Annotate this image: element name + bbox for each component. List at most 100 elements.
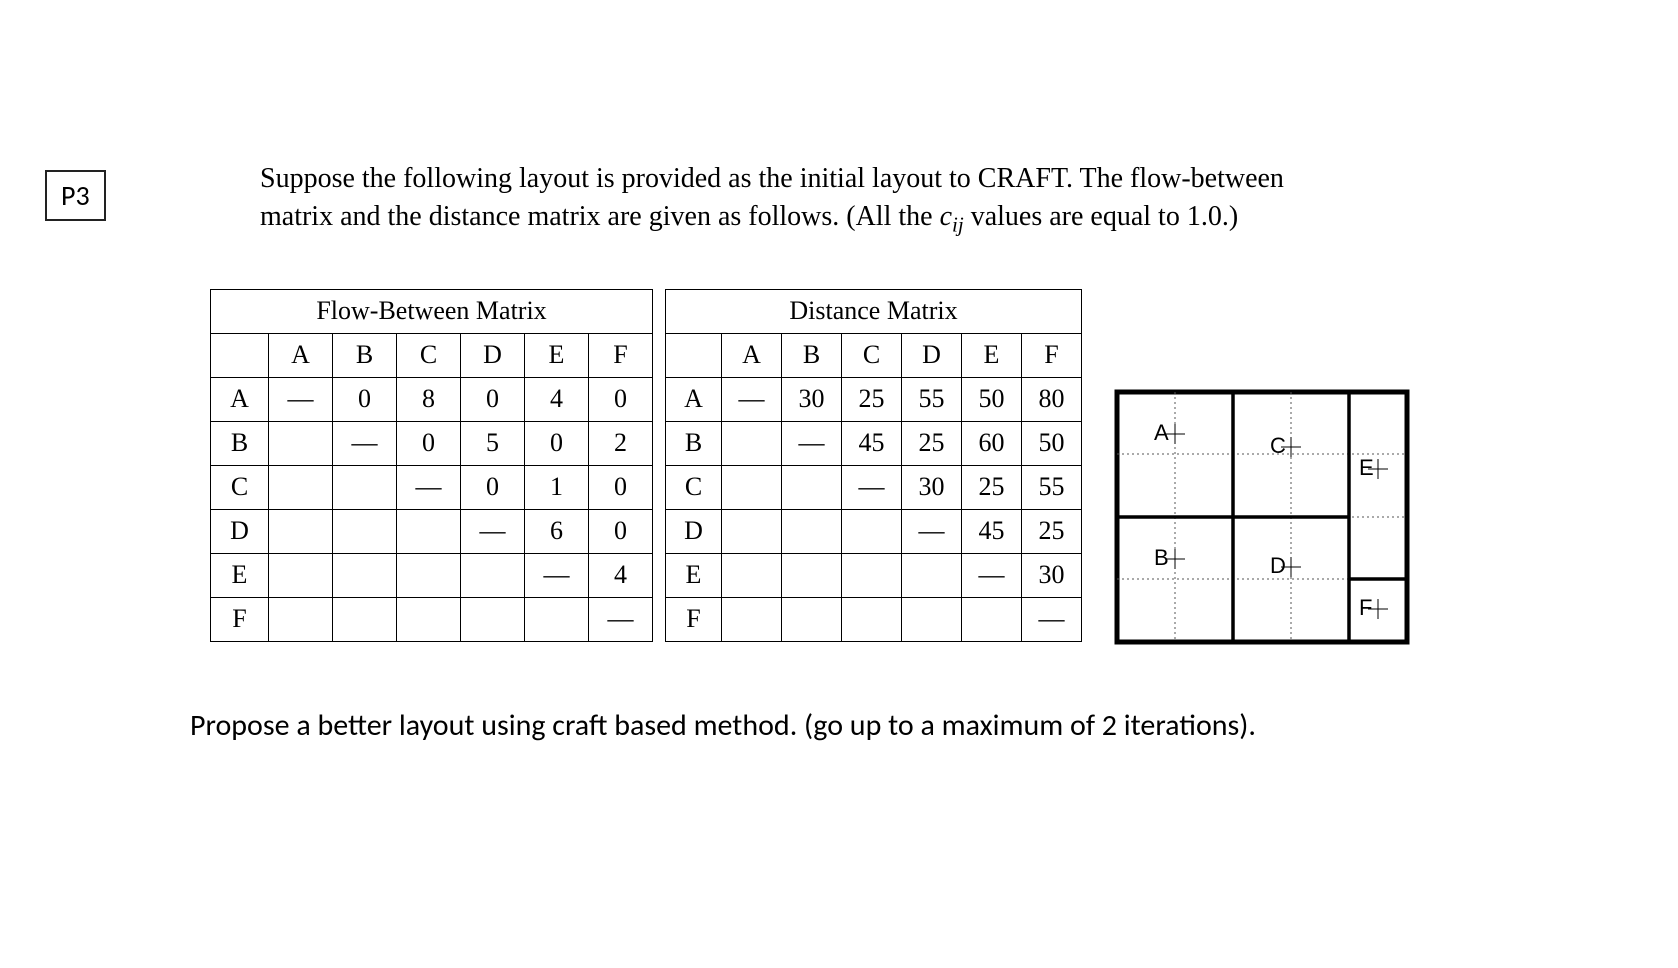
flow-rowhead-C: C: [211, 465, 269, 509]
flow-title: Flow-Between Matrix: [211, 289, 653, 333]
flow-cell: 0: [589, 509, 653, 553]
tables-row: Flow-Between Matrix A B C D E F A—08040 …: [210, 289, 1618, 652]
layout-label-B: B: [1154, 545, 1169, 570]
dist-cell: —: [842, 465, 902, 509]
flow-cell: —: [333, 421, 397, 465]
flow-cell: 0: [589, 465, 653, 509]
flow-col-C: C: [397, 333, 461, 377]
layout-label-E: E: [1359, 455, 1374, 480]
flow-col-D: D: [461, 333, 525, 377]
flow-cell: [397, 597, 461, 641]
dist-cell: [962, 597, 1022, 641]
flow-cell: 4: [525, 377, 589, 421]
dist-rowhead-E: E: [666, 553, 722, 597]
dist-cell: 45: [962, 509, 1022, 553]
flow-cell: 0: [333, 377, 397, 421]
dist-cell: 50: [1022, 421, 1082, 465]
flow-cell: [333, 553, 397, 597]
instruction-text: Propose a better layout using craft base…: [190, 707, 1618, 744]
problem-statement: Suppose the following layout is provided…: [260, 160, 1318, 239]
dist-cell: 50: [962, 377, 1022, 421]
dist-rowhead-B: B: [666, 421, 722, 465]
problem-page: P3 Suppose the following layout is provi…: [0, 0, 1678, 804]
dist-cell: —: [1022, 597, 1082, 641]
dist-row-D: D —4525: [666, 509, 1082, 553]
dist-row-B: B—45256050: [666, 421, 1082, 465]
dist-col-C: C: [842, 333, 902, 377]
dist-cell: —: [902, 509, 962, 553]
dist-rowhead-D: D: [666, 509, 722, 553]
flow-row-F: F—: [211, 597, 653, 641]
flow-col-B: B: [333, 333, 397, 377]
dist-cell: [782, 597, 842, 641]
flow-row-A: A—08040: [211, 377, 653, 421]
flow-col-A: A: [269, 333, 333, 377]
flow-cell: [269, 553, 333, 597]
dist-cell: [722, 553, 782, 597]
flow-header-row: A B C D E F: [211, 333, 653, 377]
flow-cell: 0: [525, 421, 589, 465]
dist-cell: 60: [962, 421, 1022, 465]
flow-cell: [397, 553, 461, 597]
flow-col-E: E: [525, 333, 589, 377]
dist-cell: 55: [902, 377, 962, 421]
flow-row-E: E —4: [211, 553, 653, 597]
cij-var: c: [940, 201, 952, 232]
dist-cell: [722, 597, 782, 641]
dist-cell: 25: [1022, 509, 1082, 553]
dist-cell: [902, 597, 962, 641]
flow-cell: [461, 597, 525, 641]
dist-col-E: E: [962, 333, 1022, 377]
dist-cell: 80: [1022, 377, 1082, 421]
layout-svg: A B C D E F: [1112, 387, 1412, 647]
dist-cell: [842, 597, 902, 641]
flow-cell: 6: [525, 509, 589, 553]
flow-cell: [269, 421, 333, 465]
problem-number: P3: [61, 178, 90, 213]
flow-row-C: C—010: [211, 465, 653, 509]
flow-rowhead-D: D: [211, 509, 269, 553]
flow-corner: [211, 333, 269, 377]
flow-cell: [525, 597, 589, 641]
problem-line-2b: values are equal to 1.0.): [964, 201, 1238, 232]
dist-row-A: A—3025555080: [666, 377, 1082, 421]
dist-rowhead-A: A: [666, 377, 722, 421]
flow-cell: 0: [397, 421, 461, 465]
dist-row-E: E—30: [666, 553, 1082, 597]
flow-cell: [397, 509, 461, 553]
dist-cell: [722, 465, 782, 509]
flow-cell: 0: [461, 377, 525, 421]
dist-title: Distance Matrix: [666, 289, 1082, 333]
flow-cell: [269, 509, 333, 553]
flow-cell: —: [461, 509, 525, 553]
dist-corner: [666, 333, 722, 377]
dist-cell: 30: [782, 377, 842, 421]
dist-rowhead-C: C: [666, 465, 722, 509]
layout-label-D: D: [1270, 553, 1286, 578]
dist-cell: 45: [842, 421, 902, 465]
dist-rowhead-F: F: [666, 597, 722, 641]
flow-rowhead-B: B: [211, 421, 269, 465]
flow-cell: —: [269, 377, 333, 421]
dist-cell: 25: [902, 421, 962, 465]
dist-cell: —: [722, 377, 782, 421]
problem-number-box: P3: [45, 170, 106, 221]
flow-rowhead-E: E: [211, 553, 269, 597]
flow-cell: 8: [397, 377, 461, 421]
dist-header-row: A B C D E F: [666, 333, 1082, 377]
flow-col-F: F: [589, 333, 653, 377]
dist-row-F: F—: [666, 597, 1082, 641]
flow-rowhead-A: A: [211, 377, 269, 421]
layout-label-C: C: [1270, 433, 1286, 458]
dist-cell: 30: [902, 465, 962, 509]
dist-cell: [902, 553, 962, 597]
flow-cell: 4: [589, 553, 653, 597]
dist-cell: [782, 553, 842, 597]
dist-cell: [722, 421, 782, 465]
dist-cell: [722, 509, 782, 553]
flow-cell: —: [525, 553, 589, 597]
flow-row-D: D —60: [211, 509, 653, 553]
cij-sub: ij: [952, 212, 964, 236]
flow-cell: 1: [525, 465, 589, 509]
flow-rowhead-F: F: [211, 597, 269, 641]
